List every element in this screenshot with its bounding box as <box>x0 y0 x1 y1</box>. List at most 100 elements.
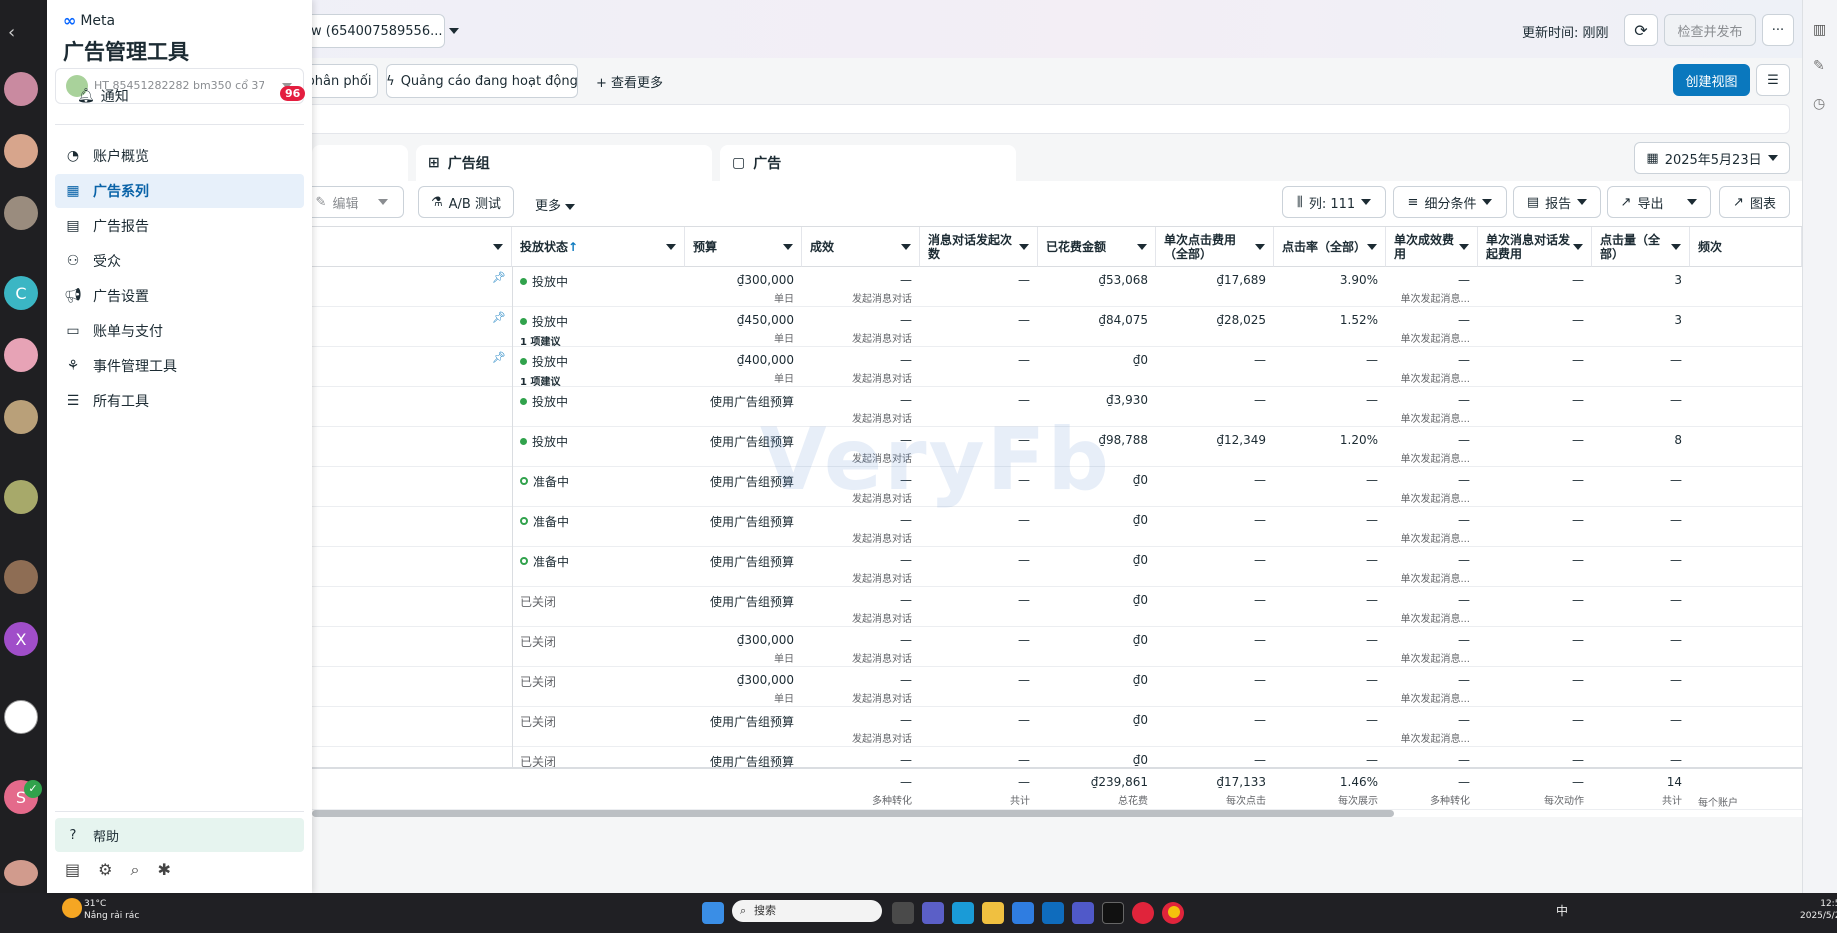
taskbar-clock[interactable]: 12:52 2025/5/23 <box>1800 898 1837 922</box>
profile-avatar[interactable] <box>4 860 38 886</box>
recommendation-link[interactable]: 1 项建议 <box>520 373 677 388</box>
sidebar-item-1[interactable]: ◔ 账户概览 <box>55 139 304 173</box>
create-view-button[interactable]: 创建视图 <box>1673 64 1750 96</box>
store-icon[interactable] <box>1012 902 1034 924</box>
chevron-down-icon[interactable] <box>1671 243 1681 250</box>
nav-notifications[interactable]: 🔔︎ 通知 <box>77 86 129 106</box>
table-row[interactable]: 已关闭 ₫300,000 单日 — 发起消息对话 — ₫0 — — — 单次发起消息... — — <box>312 667 1802 707</box>
columns-button[interactable]: ⫼ 列: 111 <box>1282 186 1386 218</box>
chevron-down-icon[interactable] <box>666 243 676 250</box>
column-header[interactable]: 频次 <box>1690 227 1802 267</box>
active-ads-filter[interactable]: ϟ Quảng cáo đang hoạt động <box>386 64 578 98</box>
gear-icon[interactable]: ⚙ <box>98 860 112 880</box>
column-header[interactable]: 点击率（全部） <box>1274 227 1386 267</box>
teams-icon[interactable] <box>1072 902 1094 924</box>
chrome-icon[interactable] <box>1168 906 1180 918</box>
chevron-down-icon[interactable] <box>1137 243 1147 250</box>
profile-avatar[interactable] <box>4 400 38 434</box>
table-row[interactable]: 准备中 使用广告组预算 — 发起消息对话 — ₫0 — — — 单次发起消息... — — <box>312 547 1802 587</box>
recommendation-link[interactable]: 1 项建议 <box>520 333 677 348</box>
taskbar-search[interactable]: ⌕ 搜索 <box>732 900 882 922</box>
chevron-down-icon[interactable] <box>783 243 793 250</box>
profile-avatar[interactable] <box>4 134 38 168</box>
table-row[interactable]: 📌︎ 投放中 ₫300,000 单日 — 发起消息对话 — ₫53,068 ₫17,689 3.9… <box>312 267 1802 307</box>
table-row[interactable]: 准备中 使用广告组预算 — 发起消息对话 — ₫0 — — — 单次发起消息... — — <box>312 507 1802 547</box>
bug-icon[interactable]: ✱ <box>157 860 170 880</box>
column-header[interactable]: 预算 <box>685 227 802 267</box>
column-header-name[interactable] <box>312 227 512 267</box>
pin-icon[interactable]: 📌︎ <box>492 271 506 284</box>
more-button[interactable]: 更多 <box>535 195 576 214</box>
reports-button[interactable]: ▤ 报告 <box>1513 186 1601 218</box>
chart-icon[interactable]: ▥ <box>1813 22 1826 38</box>
profile-avatar[interactable] <box>4 560 38 594</box>
chevron-down-icon[interactable] <box>1019 243 1029 250</box>
profile-avatar[interactable] <box>4 700 38 734</box>
edge-icon[interactable] <box>952 902 974 924</box>
refresh-button[interactable]: ⟳ <box>1624 14 1658 46</box>
table-row[interactable]: 已关闭 使用广告组预算 — 发起消息对话 — ₫0 — — — 单次发起消息... — — <box>312 587 1802 627</box>
column-header[interactable]: 消息对话发起次数 <box>920 227 1038 267</box>
table-row[interactable]: 已关闭 使用广告组预算 — 发起消息对话 — ₫0 — — — 单次发起消息... — — <box>312 707 1802 747</box>
clock-icon[interactable]: ◷ <box>1813 96 1825 112</box>
see-more-button[interactable]: + 查看更多 <box>596 72 663 91</box>
sidebar-item-2[interactable]: ▦ 广告系列 <box>55 174 304 208</box>
edit-pencil-icon[interactable]: ✎ <box>1813 58 1825 74</box>
task-view-icon[interactable] <box>892 902 914 924</box>
document-icon[interactable]: ▤ <box>65 860 80 880</box>
help-button[interactable]: ? 帮助 <box>55 818 304 852</box>
pin-icon[interactable]: 📌︎ <box>492 351 506 364</box>
profile-avatar[interactable] <box>4 196 38 230</box>
table-row[interactable]: 📌︎ 投放中 1 项建议 ₫450,000 单日 — 发起消息对话 — ₫84,075 ₫28,0… <box>312 307 1802 348</box>
profile-avatar[interactable] <box>4 338 38 372</box>
column-header[interactable]: 单次消息对话发起费用 <box>1478 227 1592 267</box>
chevron-down-icon[interactable] <box>1367 243 1377 250</box>
chevron-down-icon[interactable] <box>1255 243 1265 250</box>
horizontal-scrollbar[interactable] <box>312 810 1394 817</box>
sidebar-item-8[interactable]: ☰ 所有工具 <box>55 384 304 418</box>
profile-avatar[interactable]: X <box>4 622 38 656</box>
search-icon[interactable]: ⌕ <box>130 860 139 880</box>
ime-indicator[interactable]: 中 <box>1556 902 1568 919</box>
charts-button[interactable]: ↗ 图表 <box>1719 186 1790 218</box>
chevron-down-icon[interactable] <box>1573 243 1583 250</box>
chevron-down-icon[interactable] <box>901 243 911 250</box>
column-header[interactable]: 投放状态 ↑ <box>512 227 685 267</box>
edit-button[interactable]: ✎ 编辑 <box>300 186 404 218</box>
profile-avatar[interactable]: C <box>4 276 38 310</box>
back-arrow-icon[interactable]: ‹ <box>8 22 15 43</box>
weather-icon[interactable] <box>62 898 82 918</box>
windows-start-icon[interactable] <box>702 902 724 924</box>
column-header[interactable]: 单次成效费用 <box>1386 227 1478 267</box>
table-row[interactable]: 📌︎ 投放中 1 项建议 ₫400,000 单日 — 发起消息对话 — ₫0 — — — 单次发起消息.… <box>312 347 1802 388</box>
tiktok-icon[interactable] <box>1102 902 1124 924</box>
view-settings-button[interactable]: ☰ <box>1756 64 1790 96</box>
column-header[interactable]: 点击量（全部） <box>1592 227 1690 267</box>
more-options-button[interactable]: ··· <box>1762 14 1794 46</box>
profile-avatar[interactable] <box>4 480 38 514</box>
column-header[interactable]: 已花费金额 <box>1038 227 1156 267</box>
column-header[interactable]: 成效 <box>802 227 920 267</box>
sidebar-item-6[interactable]: ▭ 账单与支付 <box>55 314 304 348</box>
sidebar-item-5[interactable]: 📢︎ 广告设置 <box>55 279 304 313</box>
account-selector[interactable]: w (654007589556... <box>300 14 459 48</box>
tab-campaigns[interactable] <box>312 145 408 181</box>
sidebar-item-3[interactable]: ▤ 广告报告 <box>55 209 304 243</box>
review-publish-button[interactable]: 检查并发布 <box>1664 14 1756 46</box>
tab-adsets[interactable]: ⊞ 广告组 <box>416 145 712 181</box>
date-range-picker[interactable]: ▦ 2025年5月23日 <box>1634 142 1790 174</box>
breakdown-button[interactable]: ≡ 细分条件 <box>1393 186 1507 218</box>
chevron-down-icon[interactable] <box>1459 243 1469 250</box>
sidebar-item-4[interactable]: ⚇ 受众 <box>55 244 304 278</box>
outlook-icon[interactable] <box>1042 902 1064 924</box>
tab-ads[interactable]: ▢ 广告 <box>720 145 1016 181</box>
export-button[interactable]: ↗ 导出 <box>1607 186 1711 218</box>
sidebar-item-7[interactable]: ⚘ 事件管理工具 <box>55 349 304 383</box>
table-row[interactable]: 已关闭 ₫300,000 单日 — 发起消息对话 — ₫0 — — — 单次发起消息... — — <box>312 627 1802 667</box>
search-filter-input[interactable] <box>300 104 1790 134</box>
weather-widget[interactable]: 31°C Nắng rải rác <box>84 898 139 922</box>
pin-icon[interactable]: 📌︎ <box>492 311 506 324</box>
sort-ascending-icon[interactable]: ↑ <box>568 240 578 254</box>
file-explorer-icon[interactable] <box>982 902 1004 924</box>
profile-avatar[interactable] <box>4 72 38 106</box>
